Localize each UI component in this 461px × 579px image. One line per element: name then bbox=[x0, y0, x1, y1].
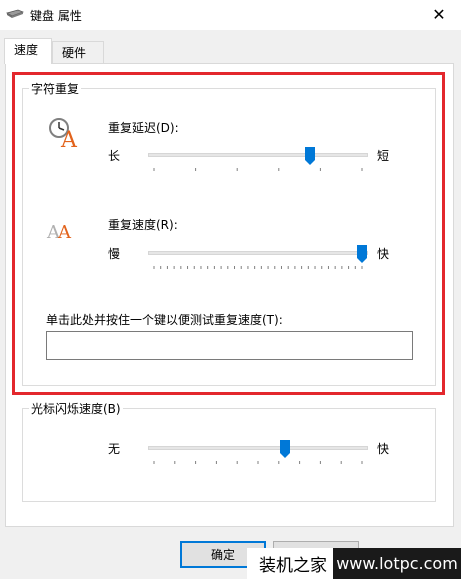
highlight-box bbox=[12, 72, 445, 395]
keyboard-icon bbox=[6, 9, 24, 18]
title-bar: 键盘 属性 ✕ bbox=[0, 0, 461, 30]
tab-hardware[interactable]: 硬件 bbox=[52, 41, 104, 63]
cursor-blink-min-label: 无 bbox=[108, 442, 121, 456]
slider-track bbox=[148, 446, 368, 450]
cursor-blink-slider[interactable] bbox=[148, 439, 368, 467]
close-button[interactable]: ✕ bbox=[417, 0, 461, 30]
cursor-blink-max-label: 快 bbox=[377, 442, 390, 456]
watermark-url: www.lotpc.com bbox=[333, 548, 461, 579]
watermark-text: 装机之家 bbox=[259, 556, 327, 576]
slider-ticks bbox=[153, 461, 363, 464]
slider-thumb[interactable] bbox=[280, 440, 291, 458]
window-title: 键盘 属性 bbox=[30, 9, 82, 23]
watermark: 装机之家 www.lotpc.com bbox=[247, 548, 461, 579]
tab-speed[interactable]: 速度 bbox=[4, 38, 52, 64]
close-icon: ✕ bbox=[432, 5, 446, 24]
cursor-blink-group-label: 光标闪烁速度(B) bbox=[29, 400, 123, 417]
